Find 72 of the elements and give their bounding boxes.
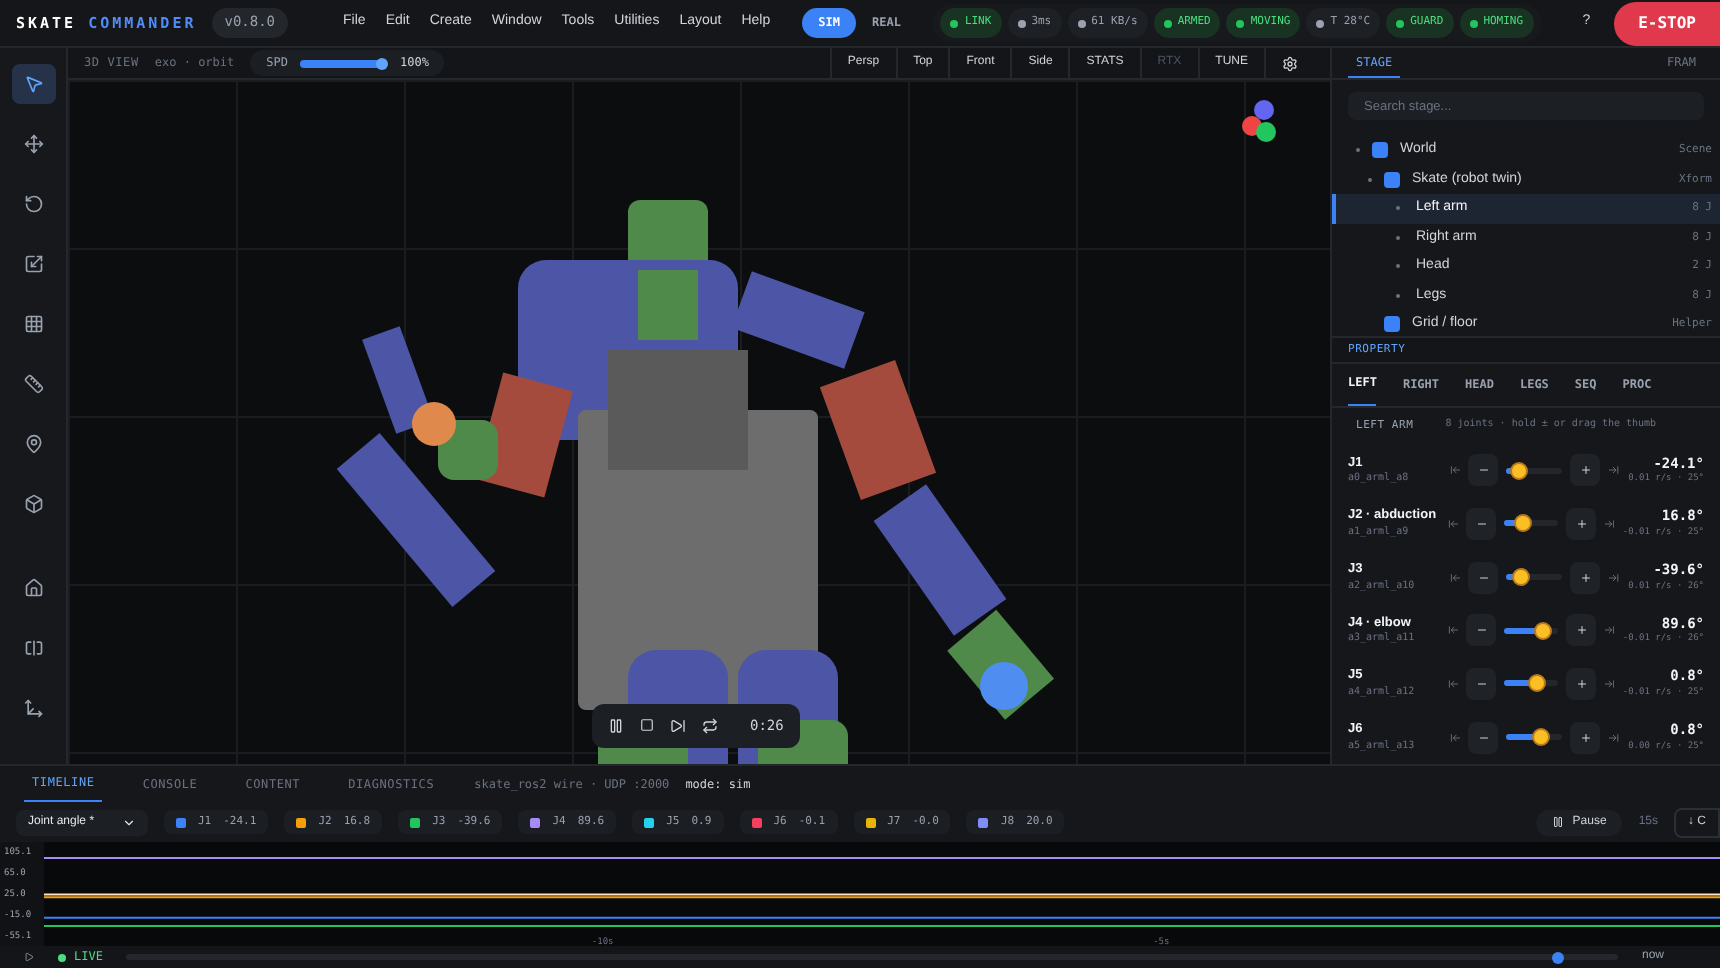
min-icon: [1449, 731, 1461, 744]
axis-gizmo-icon: [1242, 100, 1276, 142]
play-icon: [24, 952, 34, 962]
node-square-icon: [1384, 171, 1400, 188]
stop-button[interactable]: [640, 718, 654, 733]
plus-icon: [1575, 624, 1588, 637]
max-icon: [1603, 624, 1615, 637]
plus-icon: [1579, 464, 1592, 477]
skip-button[interactable]: [670, 717, 686, 734]
plus-icon: [1579, 731, 1592, 744]
joint-thumb[interactable]: [1532, 728, 1551, 747]
max-icon: [1608, 731, 1621, 744]
joint-slider[interactable]: [1503, 520, 1559, 527]
increment-button[interactable]: [1566, 667, 1596, 700]
pause-button[interactable]: [608, 717, 624, 734]
joint-slider[interactable]: [1506, 467, 1563, 474]
plus-icon: [1575, 517, 1588, 530]
min-icon: [1447, 624, 1459, 637]
loop-button[interactable]: [702, 717, 718, 734]
move-icon: [23, 134, 43, 154]
min-icon: [1447, 677, 1459, 690]
skip-icon: [670, 717, 686, 734]
max-icon: [1603, 677, 1615, 690]
split-icon: [23, 638, 43, 658]
increment-button[interactable]: [1570, 721, 1601, 754]
increment-button[interactable]: [1570, 561, 1601, 594]
minus-icon: [1477, 731, 1490, 744]
plus-icon: [1575, 677, 1588, 690]
ruler-icon: [23, 374, 43, 394]
min-icon: [1447, 517, 1459, 530]
home-icon: [23, 578, 43, 598]
min-icon: [1449, 571, 1461, 584]
max-icon: [1608, 571, 1621, 584]
max-icon: [1608, 464, 1621, 477]
joint-slider[interactable]: [1506, 734, 1563, 741]
pause-icon: [1552, 816, 1565, 828]
increment-button[interactable]: [1570, 454, 1601, 487]
grid-icon: [23, 314, 43, 334]
settings-icon: [1282, 55, 1298, 71]
joint-thumb[interactable]: [1534, 621, 1552, 640]
joint-thumb[interactable]: [1528, 674, 1547, 693]
pin-icon: [23, 434, 43, 454]
node-square-icon: [1384, 316, 1400, 333]
estop-button[interactable]: E-STOP: [1614, 1, 1720, 45]
pause-icon: [608, 717, 624, 734]
minus-icon: [1475, 677, 1487, 690]
joint-thumb[interactable]: [1509, 461, 1528, 480]
joint-thumb[interactable]: [1511, 568, 1530, 587]
cube-icon: [23, 494, 43, 514]
scrub-thumb[interactable]: [1552, 951, 1565, 963]
node-square-icon: [1372, 142, 1388, 159]
joint-slider[interactable]: [1503, 627, 1559, 634]
max-icon: [1603, 517, 1615, 530]
scale-icon: [23, 254, 43, 274]
loop-icon: [702, 717, 718, 734]
chevron-down-icon: [122, 815, 136, 829]
rotate-icon: [23, 194, 43, 214]
tool-button[interactable]: [11, 64, 55, 104]
joint-thumb[interactable]: [1514, 514, 1533, 533]
minus-icon: [1477, 464, 1490, 477]
cursor-icon: [23, 74, 43, 94]
increment-button[interactable]: [1566, 507, 1596, 540]
plus-icon: [1579, 571, 1592, 584]
minus-icon: [1475, 624, 1487, 637]
stop-icon: [640, 718, 654, 733]
minus-icon: [1475, 517, 1487, 530]
minus-icon: [1477, 571, 1490, 584]
arrows-icon: [23, 698, 43, 718]
increment-button[interactable]: [1566, 614, 1596, 647]
joint-slider[interactable]: [1503, 680, 1559, 687]
min-icon: [1449, 464, 1461, 477]
joint-slider[interactable]: [1506, 574, 1563, 581]
